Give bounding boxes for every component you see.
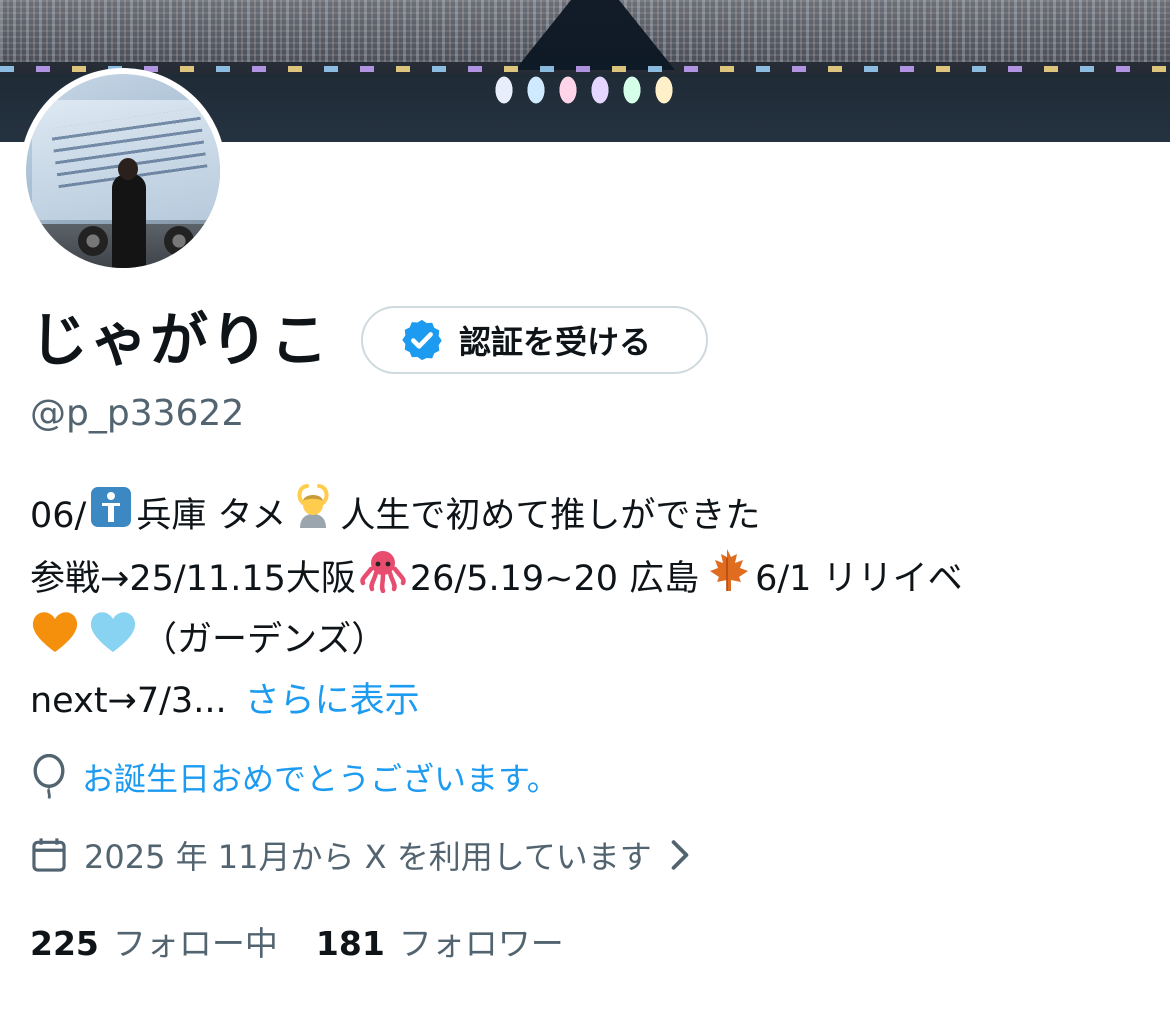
- birthday-line: お誕生日おめでとうございます。: [30, 752, 559, 802]
- avatar-wheel: [164, 226, 194, 256]
- bio-text: 参戦→25/11.15大阪: [30, 559, 356, 599]
- following-label: フォロー中: [112, 924, 278, 963]
- octopus-emoji: [360, 547, 406, 613]
- bio-text: 6/1 リリイベ: [755, 559, 963, 599]
- person-standing-blue-square-emoji: [90, 486, 132, 548]
- bio-line: 06/兵庫 タメ 人生で初めて推しができた: [30, 484, 1160, 546]
- display-name: じゃがりこ: [30, 306, 331, 374]
- avatar-image: [26, 74, 220, 268]
- bio-text: （ガーデンズ）: [142, 620, 387, 660]
- person-gesturing-ok-emoji: [290, 484, 336, 550]
- maple-leaf-emoji: [703, 546, 751, 614]
- join-date-text: 2025 年 11月から X を利用しています: [84, 838, 652, 876]
- join-date-line[interactable]: 2025 年 11月から X を利用しています: [30, 830, 690, 880]
- bio-text: 06/: [30, 496, 87, 536]
- following-count: 225: [30, 924, 99, 963]
- balloon-icon: [33, 754, 65, 799]
- bio-text: 26/5.19~20 広島: [409, 559, 700, 599]
- orange-heart-emoji: [30, 608, 80, 674]
- bio: 06/兵庫 タメ 人生で初めて推しができた 参戦→25/11.15大阪 26/5.1…: [30, 484, 1160, 732]
- verified-badge-icon: [402, 319, 442, 361]
- calendar-icon: [32, 838, 66, 872]
- bio-line: 参戦→25/11.15大阪 26/5.19~20 広島 6/1 リリイベ: [30, 546, 1160, 608]
- birthday-text: お誕生日おめでとうございます。: [82, 760, 559, 798]
- follow-stats: 225 フォロー中 181 フォロワー: [30, 914, 564, 968]
- bio-line: （ガーデンズ）: [30, 608, 1160, 670]
- followers-link[interactable]: 181 フォロワー: [316, 917, 564, 965]
- avatar-person-head: [118, 158, 138, 180]
- light-blue-heart-emoji: [88, 608, 138, 674]
- get-verified-button[interactable]: 認証を受ける: [361, 306, 708, 374]
- bio-text: 人生で初めて推しができた: [340, 496, 761, 536]
- bio-line: next→7/3... さらに表示: [30, 670, 1160, 732]
- avatar-wheel: [78, 226, 108, 256]
- bio-text: next→7/3...: [30, 681, 227, 721]
- followers-label: フォロワー: [398, 924, 564, 963]
- avatar-person: [112, 174, 146, 268]
- banner-performers: [486, 62, 696, 118]
- chevron-right-icon: [671, 840, 689, 870]
- get-verified-label: 認証を受ける: [459, 323, 652, 361]
- following-link[interactable]: 225 フォロー中: [30, 917, 278, 965]
- followers-count: 181: [315, 924, 385, 963]
- avatar[interactable]: [20, 68, 226, 274]
- bio-text: 兵庫 タメ: [136, 496, 287, 536]
- username-handle: @p_p33622: [30, 393, 245, 434]
- show-more-link[interactable]: さらに表示: [245, 681, 420, 721]
